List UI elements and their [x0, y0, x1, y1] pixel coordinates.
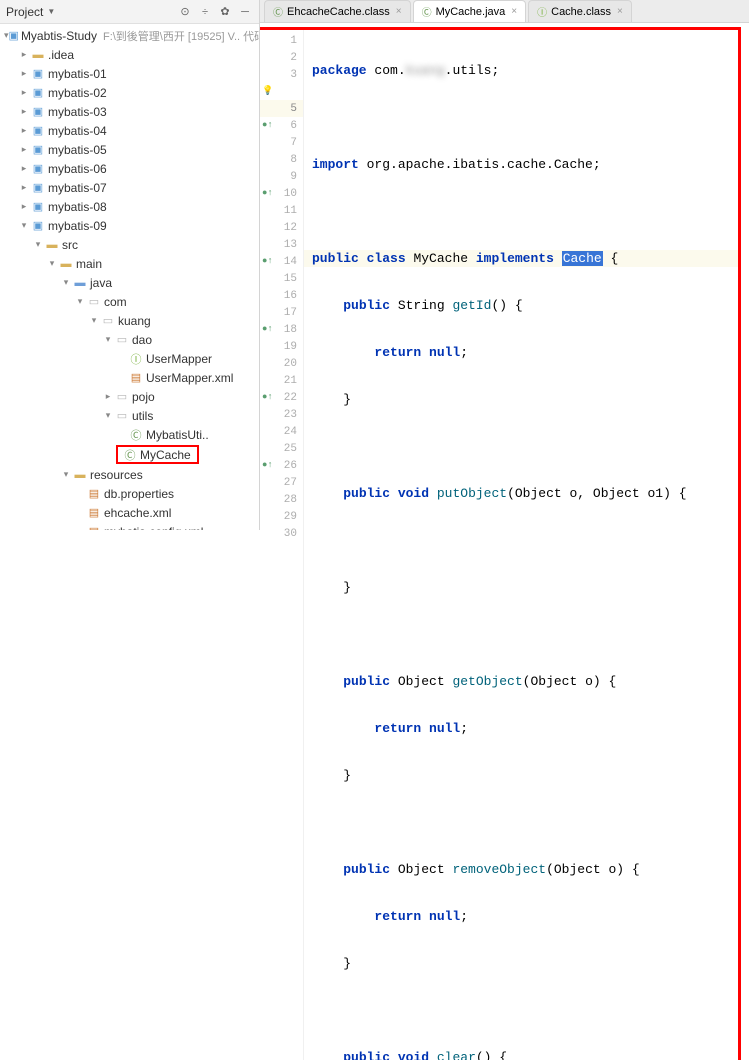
tree-module-m8[interactable]: ▸▣mybatis-08 — [0, 197, 259, 216]
editor-area: ⒸEhcacheCache.class× ⒸMyCache.java× ⒾCac… — [260, 0, 749, 530]
tree-pkg-pojo[interactable]: ▸▭pojo — [0, 387, 259, 406]
tree-folder-resources[interactable]: ▾▬resources — [0, 465, 259, 484]
tree-module-m7[interactable]: ▸▣mybatis-07 — [0, 178, 259, 197]
override-icon[interactable]: ●↑ — [262, 257, 273, 266]
editor-tabs: ⒸEhcacheCache.class× ⒸMyCache.java× ⒾCac… — [260, 0, 749, 23]
tree-class-mycache[interactable]: ⒸMyCache — [116, 445, 199, 464]
project-panel-title: Project — [6, 5, 43, 19]
project-panel-header: Project ▼ ⊙ ÷ ✿ ─ — [0, 0, 259, 24]
gutter: 1 2 3 💡 5 ●↑6 7 8 9 ●↑10 11 12 13 ●↑14 1… — [260, 30, 304, 1060]
tree-pkg-dao[interactable]: ▾▭dao — [0, 330, 259, 349]
tree-module-m9[interactable]: ▾▣mybatis-09 — [0, 216, 259, 235]
tab-cache[interactable]: ⒾCache.class× — [528, 0, 632, 22]
tree-file-ehcachexml[interactable]: ▤ehcache.xml — [0, 503, 259, 522]
tree-folder-main[interactable]: ▾▬main — [0, 254, 259, 273]
gear-icon[interactable]: ✿ — [217, 4, 233, 20]
close-icon[interactable]: × — [511, 6, 517, 17]
tree-module-m6[interactable]: ▸▣mybatis-06 — [0, 159, 259, 178]
hide-icon[interactable]: ─ — [237, 4, 253, 20]
override-icon[interactable]: ●↑ — [262, 325, 273, 334]
tree-class-mybatisutil[interactable]: ⒸMybatisUti.. — [0, 425, 259, 444]
tree-file-mybatisconfig[interactable]: ▤mybatis-config.xml — [0, 522, 259, 530]
code-editor[interactable]: 1 2 3 💡 5 ●↑6 7 8 9 ●↑10 11 12 13 ●↑14 1… — [260, 27, 741, 1060]
tree-folder-src[interactable]: ▾▬src — [0, 235, 259, 254]
collapse-icon[interactable]: ÷ — [197, 4, 213, 20]
tree-pkg-com[interactable]: ▾▭com — [0, 292, 259, 311]
close-icon[interactable]: × — [617, 6, 623, 17]
tree-module-m2[interactable]: ▸▣mybatis-02 — [0, 83, 259, 102]
tree-module-m4[interactable]: ▸▣mybatis-04 — [0, 121, 259, 140]
code-content[interactable]: package com.kuang.utils; import org.apac… — [304, 30, 738, 1060]
tree-module-m5[interactable]: ▸▣mybatis-05 — [0, 140, 259, 159]
bulb-icon[interactable]: 💡 — [262, 87, 273, 96]
tree-module-m3[interactable]: ▸▣mybatis-03 — [0, 102, 259, 121]
tree-folder-idea[interactable]: ▸▬.idea — [0, 45, 259, 64]
tree-pkg-kuang[interactable]: ▾▭kuang — [0, 311, 259, 330]
override-icon[interactable]: ●↑ — [262, 121, 273, 130]
project-tree[interactable]: ▾▣ Myabtis-Study F:\到後管理\西开 [19525] V.. … — [0, 24, 259, 530]
tree-class-usermapper[interactable]: ⒾUserMapper — [0, 349, 259, 368]
tree-file-usermapperxml[interactable]: ▤UserMapper.xml — [0, 368, 259, 387]
override-icon[interactable]: ●↑ — [262, 461, 273, 470]
tree-module-m1[interactable]: ▸▣mybatis-01 — [0, 64, 259, 83]
chevron-down-icon[interactable]: ▼ — [47, 7, 55, 16]
tree-root[interactable]: ▾▣ Myabtis-Study F:\到後管理\西开 [19525] V.. … — [0, 26, 259, 45]
tree-pkg-utils[interactable]: ▾▭utils — [0, 406, 259, 425]
tab-ehcachecache[interactable]: ⒸEhcacheCache.class× — [264, 0, 411, 22]
close-icon[interactable]: × — [396, 6, 402, 17]
project-panel: Project ▼ ⊙ ÷ ✿ ─ ▾▣ Myabtis-Study F:\到後… — [0, 0, 260, 530]
tree-folder-java[interactable]: ▾▬java — [0, 273, 259, 292]
tab-mycache[interactable]: ⒸMyCache.java× — [413, 0, 527, 22]
override-icon[interactable]: ●↑ — [262, 393, 273, 402]
override-icon[interactable]: ●↑ — [262, 189, 273, 198]
tree-file-dbprops[interactable]: ▤db.properties — [0, 484, 259, 503]
target-icon[interactable]: ⊙ — [177, 4, 193, 20]
